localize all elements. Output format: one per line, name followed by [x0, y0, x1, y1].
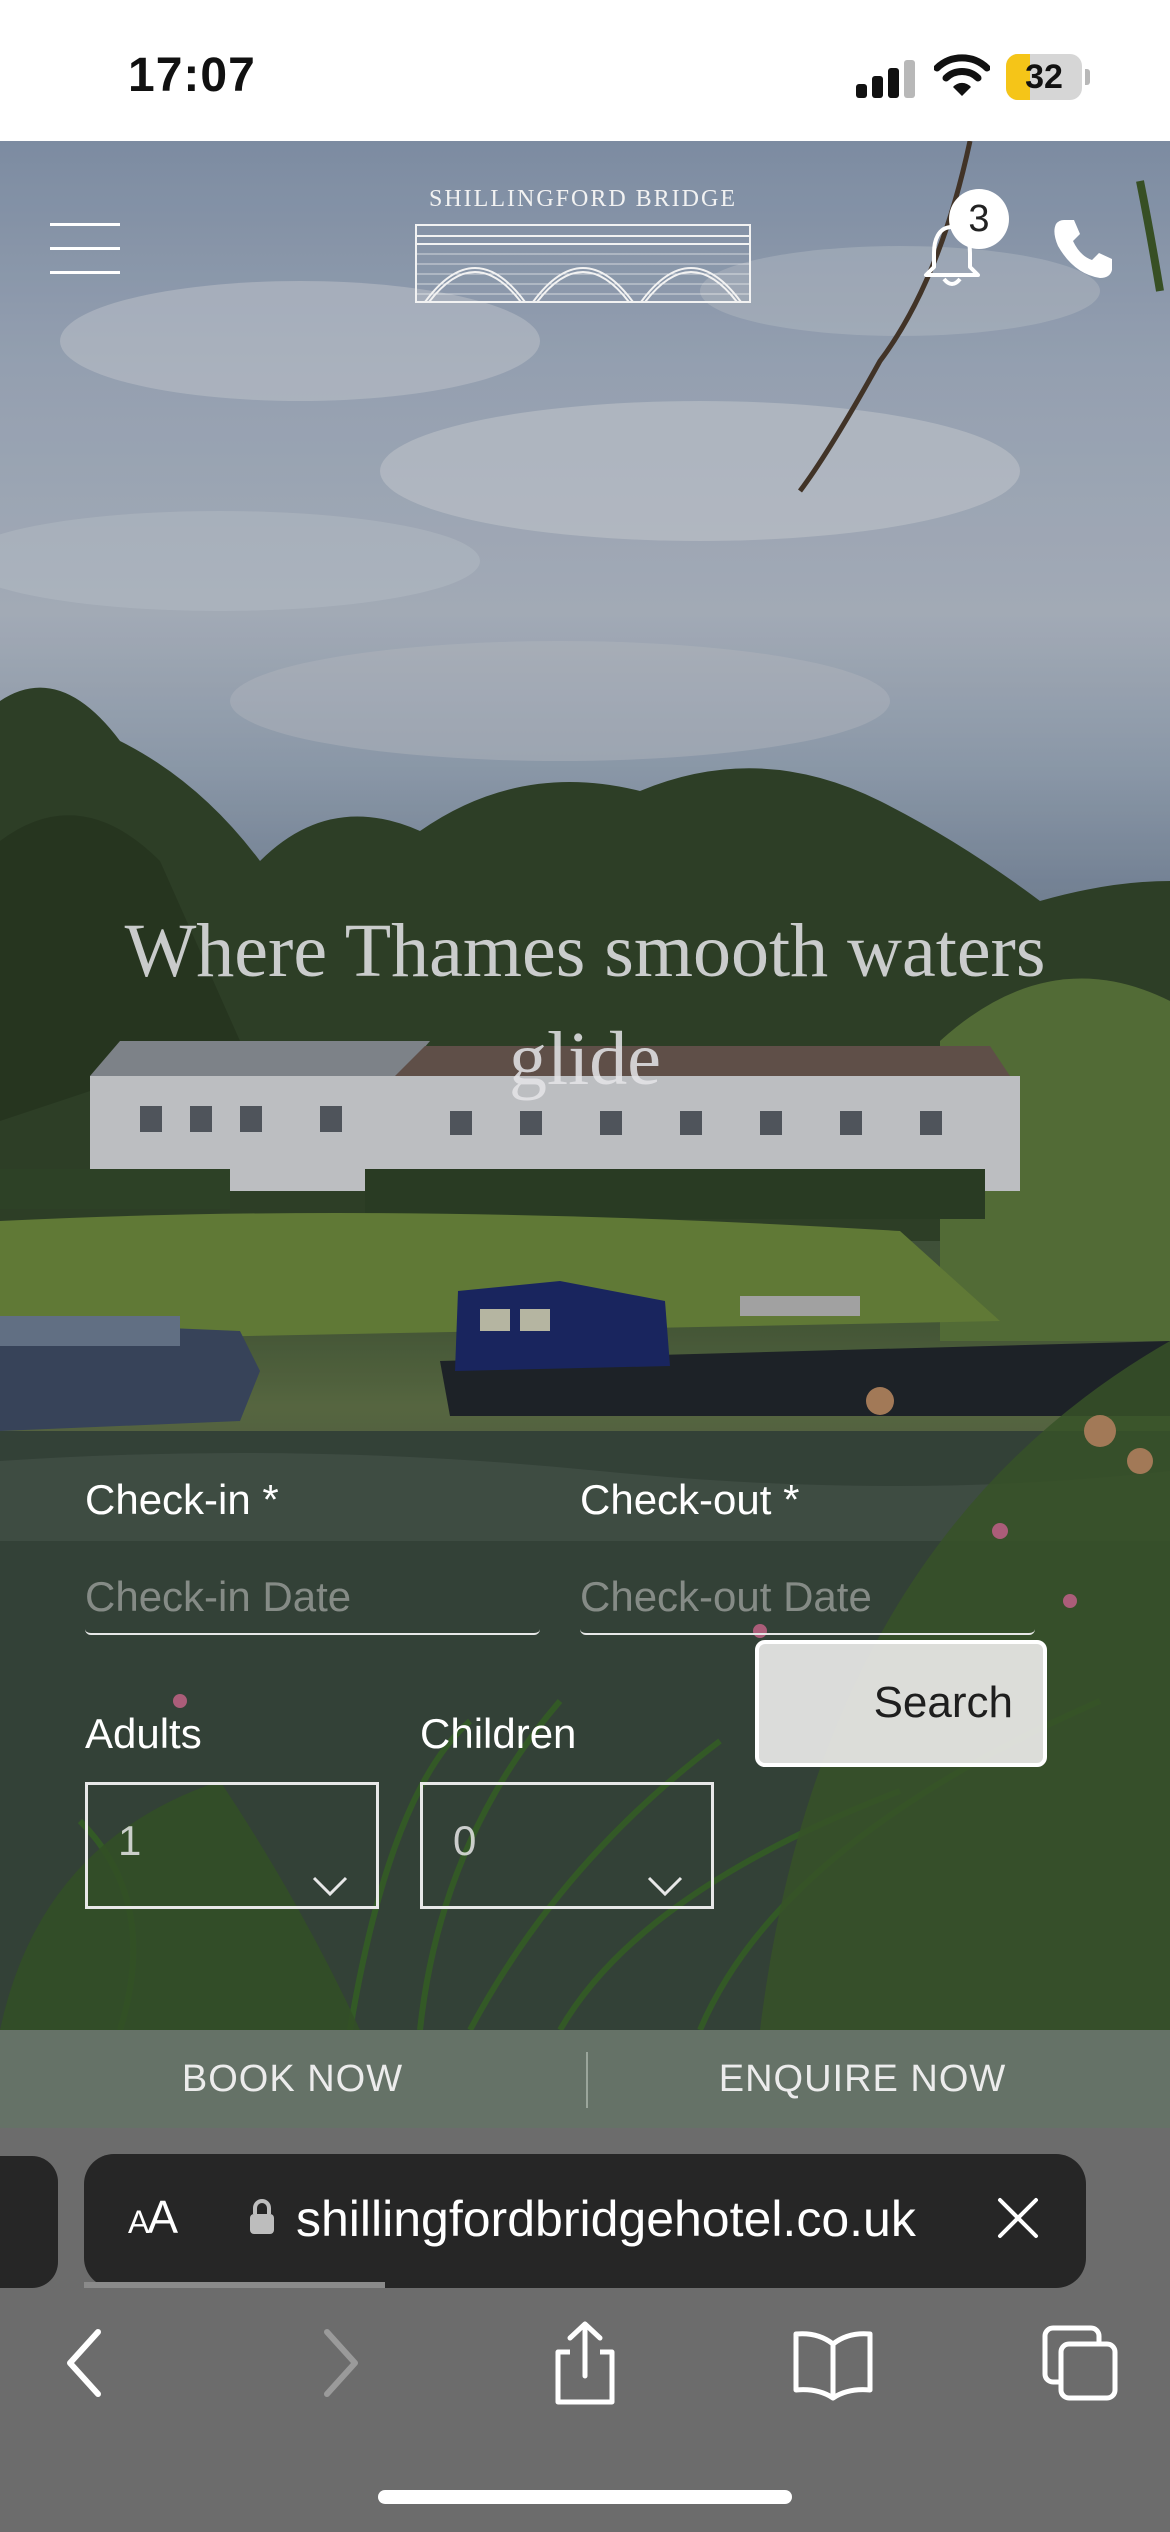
url-text: shillingfordbridgehotel.co.uk — [296, 2191, 916, 2247]
hero-headline: Where Thames smooth waters glide — [124, 909, 1046, 1101]
battery-level: 32 — [1025, 58, 1063, 96]
checkin-date-input[interactable] — [85, 1561, 540, 1635]
search-button[interactable]: Search — [755, 1640, 1047, 1767]
phone-icon[interactable] — [1050, 216, 1116, 282]
notification-badge: 3 — [949, 189, 1009, 249]
home-indicator[interactable] — [378, 2490, 792, 2504]
text-size-button[interactable]: AA — [128, 2190, 178, 2244]
children-value: 0 — [453, 1817, 477, 1864]
hero-section: SHILLINGFORD BRIDGE 3 Where Thames smoot… — [0, 141, 1170, 2030]
adults-label: Adults — [85, 1710, 202, 1757]
tabs-icon[interactable] — [1035, 2318, 1125, 2408]
page-load-progress-bar — [84, 2282, 385, 2288]
cta-bar: BOOK NOW ENQUIRE NOW — [0, 2030, 1170, 2128]
wifi-icon — [934, 54, 990, 96]
status-bar: 17:07 32 — [0, 0, 1170, 141]
lock-icon — [250, 2199, 274, 2234]
enquire-now-button[interactable]: ENQUIRE NOW — [570, 2030, 1155, 2128]
address-bar[interactable]: AA shillingfordbridgehotel.co.uk — [84, 2154, 1086, 2288]
checkout-date-input[interactable] — [580, 1561, 1035, 1635]
adults-value: 1 — [118, 1817, 142, 1864]
checkout-label: Check-out * — [580, 1476, 800, 1523]
chevron-down-icon — [312, 1876, 348, 1897]
share-icon[interactable] — [540, 2318, 630, 2408]
checkin-label: Check-in * — [85, 1476, 279, 1523]
hamburger-menu-icon[interactable] — [50, 223, 120, 275]
cellular-signal-icon — [856, 58, 916, 98]
back-icon[interactable] — [40, 2318, 130, 2408]
previous-tab-preview[interactable] — [0, 2156, 58, 2288]
children-select[interactable]: 0 — [420, 1782, 714, 1909]
chevron-down-icon — [647, 1876, 683, 1897]
battery-icon: 32 — [1006, 54, 1090, 100]
logo-text: SHILLINGFORD BRIDGE — [429, 186, 737, 212]
children-label: Children — [420, 1710, 577, 1757]
forward-icon[interactable] — [295, 2318, 385, 2408]
book-now-button[interactable]: BOOK NOW — [0, 2030, 585, 2128]
adults-select[interactable]: 1 — [85, 1782, 379, 1909]
bridge-logo[interactable]: SHILLINGFORD BRIDGE — [415, 186, 751, 316]
status-time: 17:07 — [128, 49, 256, 102]
close-icon[interactable] — [994, 2194, 1042, 2242]
bookmarks-icon[interactable] — [788, 2318, 878, 2408]
